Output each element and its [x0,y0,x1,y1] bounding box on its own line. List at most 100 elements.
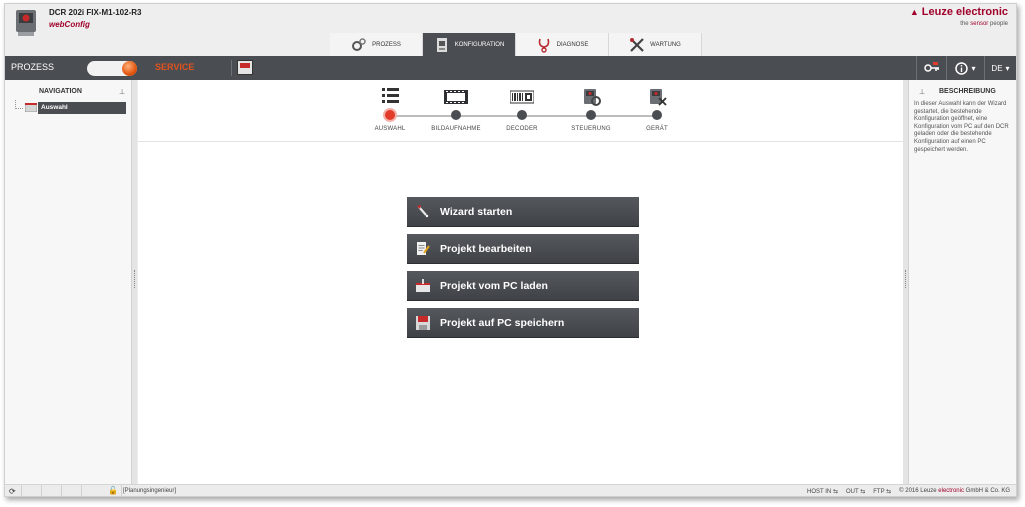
brand-name: Leuze electronic [921,6,1008,18]
status-cell [121,485,122,496]
left-splitter[interactable] [132,80,137,484]
connection-icon: ⇆ [832,489,838,495]
step-label: GERÄT [646,126,668,132]
device-subtitle: webConfig [49,20,90,29]
info-menu-button[interactable]: ▾ [946,56,984,80]
mode-toolbar: PROZESS SERVICE ▾ DE ▾ [5,56,1016,80]
chevron-down-icon: ▾ [971,63,976,73]
description-title: BESCHREIBUNG [939,88,996,95]
status-bar: ⟳ 🔓 [Planungsingenieur] HOST IN ⇆ OUT ⇆ … [5,484,1016,496]
step-dot [451,110,461,120]
status-cell [41,485,42,496]
save-project-button[interactable]: Projekt auf PC speichern [407,308,639,338]
user-role: [Planungsingenieur] [123,488,177,494]
language-select[interactable]: DE ▾ [984,56,1016,80]
out-status: OUT ⇆ [845,489,866,495]
device-screen-icon[interactable] [237,60,253,75]
ftp-status: FTP ⇆ [873,489,892,495]
connection-icon: ⇆ [860,489,866,495]
device-icon [650,89,667,106]
tools-icon [630,38,644,52]
pin-icon[interactable]: ⊥ [119,88,125,96]
action-list: Wizard starten Projekt bearbeiten Projek… [407,197,639,345]
step-decoder[interactable]: DECODER [492,86,552,132]
main-content: AUSWAHL BILDAUFNAHME DECODER STEUERUNG G… [138,80,903,484]
step-steuerung[interactable]: STEUERUNG [561,86,621,132]
barcode-icon [510,90,534,104]
app-header: DCR 202i FIX-M1-102-R3 webConfig ▲ Leuze… [5,4,1016,57]
step-label: BILDAUFNAHME [431,126,481,132]
film-icon [444,90,468,104]
control-icon [584,89,601,106]
toolbar-right: ▾ DE ▾ [916,56,1016,80]
refresh-icon[interactable]: ⟳ [9,487,16,496]
wizard-steps: AUSWAHL BILDAUFNAHME DECODER STEUERUNG G… [138,80,903,142]
host-in-status: HOST IN ⇆ [807,489,838,495]
tab-wartung[interactable]: WARTUNG [609,33,702,57]
tree-connector [15,100,23,109]
splitter-grip [134,270,135,288]
action-label: Wizard starten [440,205,513,218]
mode-prozess-label[interactable]: PROZESS [11,62,54,72]
action-label: Projekt auf PC speichern [440,316,565,329]
step-dot [385,110,395,120]
splitter-grip [905,270,906,288]
device-title: DCR 202i FIX-M1-102-R3 [49,8,142,17]
toggle-knob [122,61,137,76]
device-icon [16,10,36,36]
copyright: © 2016 Leuze electronic GmbH & Co. KG [899,488,1010,494]
status-cell [21,485,22,496]
unlock-icon[interactable]: 🔓 [108,486,118,495]
load-icon [416,278,430,292]
step-dot [586,110,596,120]
toolbar-divider [231,60,232,76]
action-label: Projekt vom PC laden [440,279,548,292]
brand-tagline: the sensor people [960,21,1008,27]
brand-triangle-icon: ▲ [909,7,919,17]
mode-toggle[interactable] [87,61,137,76]
description-text: In dieser Auswahl kann der Wizard gestar… [914,101,1009,153]
connection-icon: ⇆ [886,489,892,495]
tab-label: KONFIGURATION [454,42,505,48]
description-panel: ⊥ BESCHREIBUNG In dieser Auswahl kann de… [908,80,1016,484]
wand-icon [417,204,429,217]
step-dot [517,110,527,120]
tab-konfiguration[interactable]: KONFIGURATION [423,33,516,57]
tab-prozess[interactable]: PROZESS [330,33,423,57]
step-label: AUSWAHL [374,126,406,132]
main-tabs: PROZESS KONFIGURATION DIAGNOSE WARTUNG [330,33,702,57]
load-project-button[interactable]: Projekt vom PC laden [407,271,639,301]
navigation-panel: NAVIGATION ⊥ Auswahl [5,80,132,484]
gears-icon [352,38,366,51]
step-label: STEUERUNG [571,126,611,132]
step-auswahl[interactable]: AUSWAHL [360,86,420,132]
step-dot [652,110,662,120]
connection-status: HOST IN ⇆ OUT ⇆ FTP ⇆ © 2016 Leuze elect… [807,488,1010,495]
nav-item-auswahl[interactable]: Auswahl [38,102,126,114]
brand-logo: ▲ Leuze electronic [910,6,1008,18]
edit-project-button[interactable]: Projekt bearbeiten [407,234,639,264]
stethoscope-icon [538,38,549,53]
tab-label: PROZESS [372,42,401,48]
step-label: DECODER [506,126,538,132]
navigation-title: NAVIGATION [39,88,82,95]
step-geraet[interactable]: GERÄT [627,86,687,132]
step-bildaufnahme[interactable]: BILDAUFNAHME [426,86,486,132]
language-value: DE [991,63,1003,73]
info-icon [955,61,969,75]
mode-service-label[interactable]: SERVICE [155,62,194,72]
save-icon [416,315,430,330]
action-label: Projekt bearbeiten [440,242,532,255]
tab-label: DIAGNOSE [556,42,589,48]
login-button[interactable] [916,56,946,80]
key-icon [923,62,939,72]
edit-icon [417,241,430,255]
config-icon [436,38,447,52]
tab-label: WARTUNG [650,42,681,48]
pin-icon[interactable]: ⊥ [919,88,925,96]
chevron-down-icon: ▾ [1005,63,1010,73]
folder-icon [25,103,37,112]
tab-diagnose[interactable]: DIAGNOSE [516,33,609,57]
app-window: DCR 202i FIX-M1-102-R3 webConfig ▲ Leuze… [4,3,1017,497]
wizard-start-button[interactable]: Wizard starten [407,197,639,227]
